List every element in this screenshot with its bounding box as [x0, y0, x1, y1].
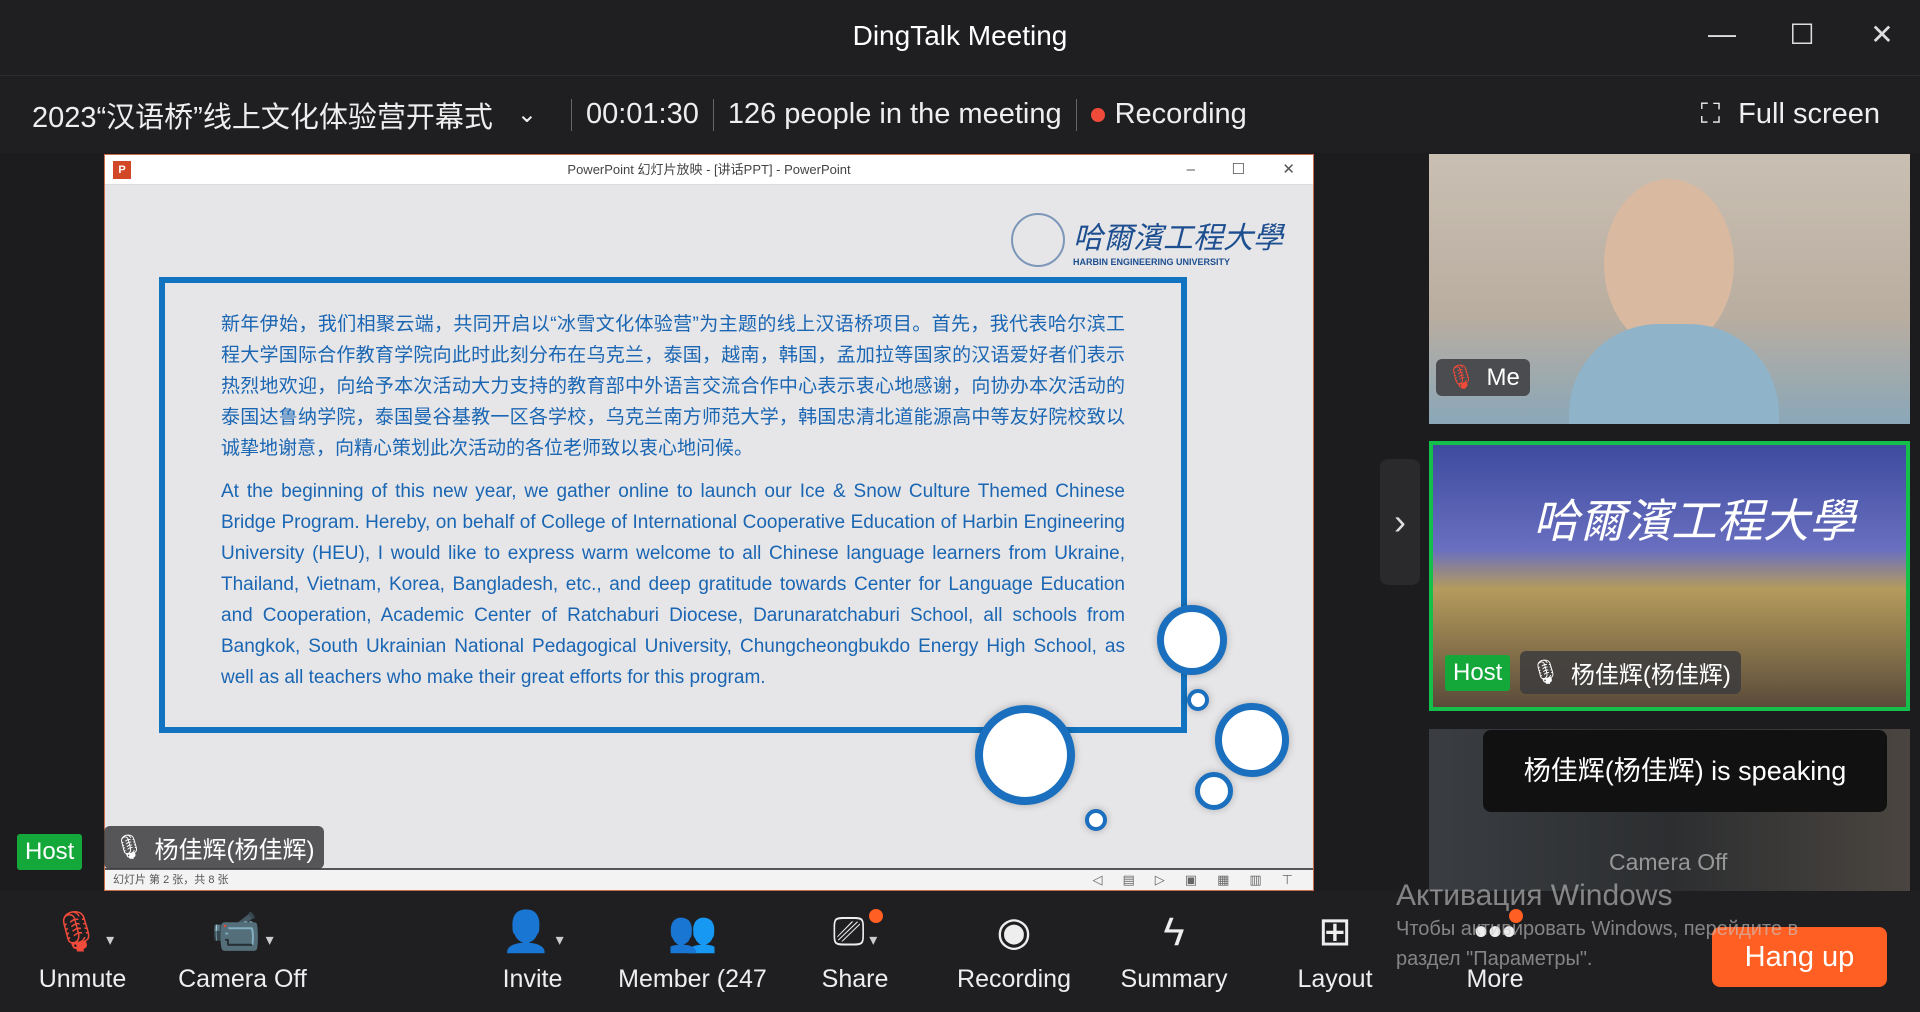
recording-status: Recording — [1114, 98, 1247, 130]
member-button[interactable]: 👥 Member (247 — [615, 891, 770, 1012]
unmute-button[interactable]: 🎙 ▾ Unmute — [30, 891, 135, 1012]
decor-circle — [975, 705, 1075, 805]
slide-paragraph-english: At the beginning of this new year, we ga… — [221, 481, 1125, 688]
camera-off-label: Camera Off — [1609, 849, 1728, 875]
slide-paragraph-chinese: 新年伊始，我们相聚云端，共同开启以“冰雪文化体验营”为主题的线上汉语桥项目。首先… — [221, 314, 1125, 459]
fullscreen-icon: ⛶ — [1700, 98, 1721, 129]
window-title: DingTalk Meeting — [852, 20, 1068, 51]
decor-circle — [1157, 605, 1227, 675]
speaker-nameplate: 🎙 杨佳辉(杨佳辉) — [104, 826, 325, 869]
decor-circle — [1085, 809, 1107, 831]
host-nameplate: 🎙 杨佳辉(杨佳辉) — [1520, 651, 1741, 694]
fullscreen-button[interactable]: ⛶ Full screen — [1701, 98, 1880, 131]
slide-text-box: 新年伊始，我们相聚云端，共同开启以“冰雪文化体验营”为主题的线上汉语桥项目。首先… — [159, 277, 1187, 733]
recording-button[interactable]: ◉ Recording — [950, 891, 1078, 1012]
invite-label: Invite — [502, 965, 563, 993]
divider — [712, 98, 714, 131]
divider — [570, 98, 572, 131]
slide-menu-icon[interactable]: ▤ — [1122, 870, 1134, 890]
watermark-line2: раздел "Параметры". — [1396, 948, 1593, 970]
share-notification-dot-icon — [869, 909, 883, 923]
maximize-button[interactable]: ☐ — [1782, 18, 1822, 51]
ppt-window-title: PowerPoint 幻灯片放映 - [讲话PPT] - PowerPoint — [567, 162, 851, 177]
lightning-icon: ϟ — [1163, 910, 1185, 954]
ppt-minimize-icon: – — [1186, 161, 1195, 178]
speaking-indicator: 杨佳辉(杨佳辉) is speaking — [1483, 730, 1887, 812]
microphone-icon: 🎙 — [114, 834, 145, 861]
university-seal-icon — [1011, 213, 1065, 267]
camera-button[interactable]: 📹 ▾ Camera Off — [175, 891, 310, 1012]
title-bar: DingTalk Meeting — ☐ ✕ — [0, 0, 1920, 76]
add-user-icon: 👤 ▾ — [501, 910, 564, 954]
host-badge: Host — [1445, 654, 1511, 691]
meeting-name[interactable]: 2023“汉语桥”线上文化体验营开幕式 — [32, 94, 493, 136]
share-button[interactable]: ⎚ ▾ Share — [810, 891, 900, 1012]
recording-label: Recording — [957, 965, 1071, 993]
prev-slide-icon[interactable]: ◁ — [1092, 870, 1102, 890]
divider — [1075, 98, 1077, 131]
watermark-line1: Чтобы активировать Windows, перейдите в — [1396, 918, 1799, 940]
members-icon: 👥 — [667, 910, 718, 954]
ppt-close-icon: ✕ — [1282, 161, 1295, 178]
layout-label: Layout — [1297, 965, 1373, 993]
video-tile-host[interactable]: 哈爾濱工程大學 Host 🎙 杨佳辉(杨佳辉) — [1429, 441, 1910, 711]
participant-count[interactable]: 126 people in the meeting — [728, 98, 1062, 131]
slide-counter: 幻灯片 第 2 张，共 8 张 — [113, 874, 229, 886]
normal-view-icon[interactable]: ▣ — [1185, 870, 1197, 890]
minimize-button[interactable]: — — [1702, 18, 1742, 50]
decor-circle — [1195, 772, 1233, 810]
chevron-down-icon[interactable]: ⌄ — [517, 100, 537, 129]
logo-english: HARBIN ENGINEERING UNIVERSITY — [1073, 257, 1231, 267]
video-tile-me[interactable]: 🎙 Me — [1429, 154, 1910, 424]
ppt-status-bar: 幻灯片 第 2 张，共 8 张 ◁ ▤ ▷ ▣ ▦ ▥ ⊤ — [105, 868, 1313, 890]
me-label: Me — [1486, 363, 1520, 391]
layout-button[interactable]: ⊞ Layout — [1290, 891, 1380, 1012]
powerpoint-icon: P — [113, 161, 131, 179]
summary-button[interactable]: ϟ Summary — [1115, 891, 1233, 1012]
speaker-name: 杨佳辉(杨佳辉) — [154, 837, 315, 864]
invite-button[interactable]: 👤 ▾ Invite — [490, 891, 575, 1012]
share-label: Share — [821, 965, 889, 993]
participant-body — [1569, 324, 1779, 424]
fullscreen-label: Full screen — [1738, 98, 1880, 130]
record-icon: ◉ — [996, 910, 1032, 954]
camera-label: Camera Off — [178, 965, 307, 993]
host-badge: Host — [17, 834, 83, 870]
summary-label: Summary — [1120, 965, 1228, 993]
host-name: 杨佳辉(杨佳辉) — [1570, 662, 1731, 689]
next-slide-icon[interactable]: ▷ — [1155, 870, 1165, 890]
ppt-maximize-icon: ☐ — [1231, 161, 1245, 178]
muted-mic-icon: 🎙 — [1446, 364, 1477, 391]
university-logo: 哈爾濱工程大學 HARBIN ENGINEERING UNIVERSITY — [1011, 213, 1283, 267]
windows-activation-watermark: Активация Windows Чтобы активировать Win… — [1396, 878, 1798, 974]
ppt-title-bar: P PowerPoint 幻灯片放映 - [讲话PPT] - PowerPoin… — [105, 155, 1313, 185]
reading-view-icon[interactable]: ▥ — [1249, 870, 1261, 890]
grid-icon: ⊞ — [1318, 910, 1352, 954]
member-label: Member (247 — [618, 965, 767, 993]
microphone-icon: 🎙 — [1530, 659, 1561, 686]
slideshow-icon[interactable]: ⊤ — [1282, 870, 1293, 890]
shared-screen-powerpoint: P PowerPoint 幻灯片放映 - [讲话PPT] - PowerPoin… — [104, 154, 1314, 891]
watermark-title: Активация Windows — [1396, 879, 1673, 912]
chevron-right-icon: › — [1394, 501, 1406, 542]
close-button[interactable]: ✕ — [1862, 18, 1902, 51]
meeting-timer: 00:01:30 — [585, 98, 699, 130]
recording-dot-icon — [1090, 107, 1105, 122]
unmute-label: Unmute — [38, 965, 127, 993]
camera-icon: 📹 ▾ — [211, 910, 274, 954]
muted-mic-icon: 🎙 ▾ — [50, 910, 115, 954]
logo-chinese: 哈爾濱工程大學 — [1073, 221, 1283, 256]
banner-logo: 哈爾濱工程大學 — [1533, 494, 1855, 548]
meeting-info-bar: 2023“汉语桥”线上文化体验营开幕式 ⌄ 00:01:30 126 peopl… — [0, 76, 1920, 153]
me-nameplate: 🎙 Me — [1436, 359, 1530, 396]
expand-panel-button[interactable]: › — [1380, 459, 1420, 585]
decor-circle — [1215, 703, 1289, 777]
decor-circle — [1187, 689, 1209, 711]
sorter-view-icon[interactable]: ▦ — [1217, 870, 1229, 890]
